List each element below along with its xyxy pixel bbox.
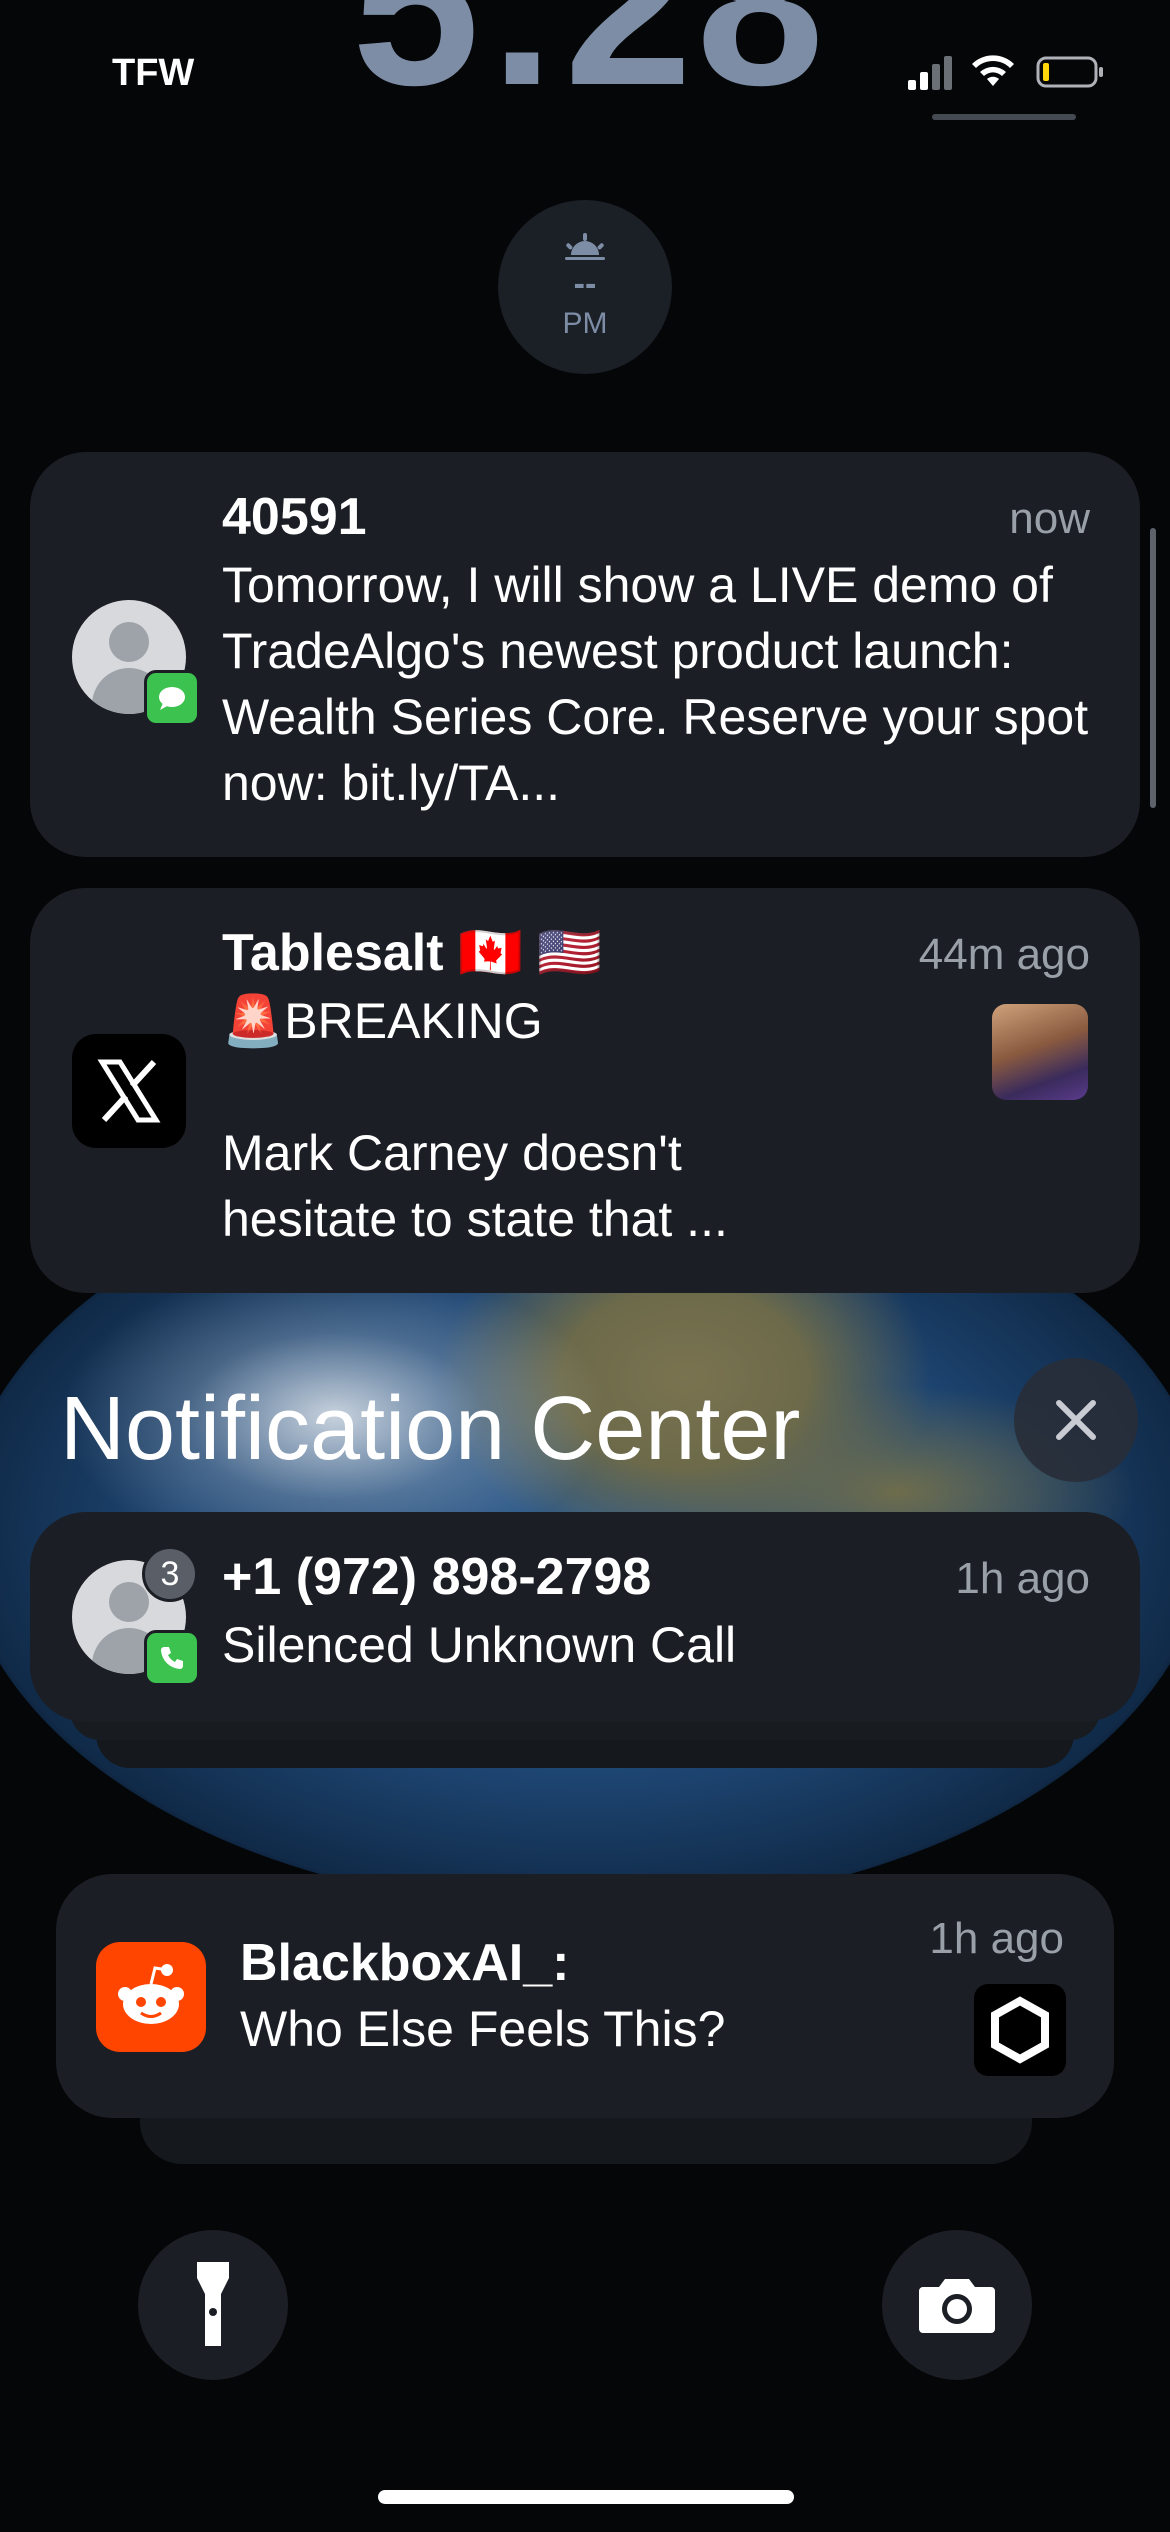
notification-body: Tomorrow, I will show a LIVE demo of Tra… xyxy=(222,557,1089,811)
notification-body: Who Else Feels This? xyxy=(240,2001,726,2057)
notification-sender: +1 (972) 898-2798 xyxy=(222,1548,652,1606)
wifi-icon xyxy=(972,55,1014,86)
notification-body: Silenced Unknown Call xyxy=(222,1617,737,1673)
notification-time: 1h ago xyxy=(929,1914,1064,1963)
notification-count-badge: 3 xyxy=(142,1546,198,1602)
notification-time: 44m ago xyxy=(918,930,1090,979)
notification-x[interactable]: Tablesalt 🇨🇦 🇺🇸 44m ago 🚨BREAKING Mark C… xyxy=(30,888,1140,1293)
notification-body-line: Mark Carney doesn't xyxy=(222,1125,682,1181)
notification-thumbnail xyxy=(992,1004,1088,1100)
scroll-indicator xyxy=(1150,528,1156,808)
carrier-name: TFW xyxy=(112,52,195,94)
notification-phone[interactable]: 3 +1 (972) 898-2798 1h ago Silenced Unkn… xyxy=(30,1512,1140,1722)
flashlight-button[interactable] xyxy=(138,2230,288,2380)
sunset-widget[interactable]: -- PM xyxy=(498,200,672,374)
camera-icon xyxy=(919,2279,995,2333)
notification-center-title: Notification Center xyxy=(60,1379,801,1479)
reddit-app-icon xyxy=(96,1942,206,2052)
flashlight-icon xyxy=(197,2262,229,2346)
notification-headline: 🚨BREAKING xyxy=(222,993,543,1049)
close-icon xyxy=(1056,1400,1096,1440)
notification-sender: Tablesalt 🇨🇦 🇺🇸 xyxy=(222,924,602,982)
notification-sender: 40591 xyxy=(222,488,367,546)
phone-app-icon xyxy=(144,1630,200,1686)
messages-app-icon xyxy=(144,670,200,726)
notification-sender: BlackboxAI_: xyxy=(240,1934,570,1992)
battery-icon xyxy=(1036,56,1103,88)
lock-clock: 5:28 xyxy=(351,0,829,133)
notification-time: now xyxy=(1009,494,1090,543)
sunset-icon xyxy=(565,233,605,260)
status-bar-indicator xyxy=(932,114,1076,120)
widget-period: PM xyxy=(562,307,608,340)
x-app-icon xyxy=(72,1034,186,1148)
home-indicator[interactable] xyxy=(378,2490,794,2504)
cellular-signal-icon xyxy=(908,56,952,90)
notification-messages[interactable]: 40591 now Tomorrow, I will show a LIVE d… xyxy=(30,452,1140,857)
camera-button[interactable] xyxy=(882,2230,1032,2380)
widget-value: -- xyxy=(573,265,597,303)
clear-notifications-button[interactable] xyxy=(1014,1358,1138,1482)
blackbox-thumbnail xyxy=(974,1984,1066,2076)
notification-body-line: hesitate to state that ... xyxy=(222,1191,728,1247)
notification-time: 1h ago xyxy=(955,1554,1090,1603)
notification-reddit[interactable]: BlackboxAI_: 1h ago Who Else Feels This? xyxy=(56,1874,1114,2118)
